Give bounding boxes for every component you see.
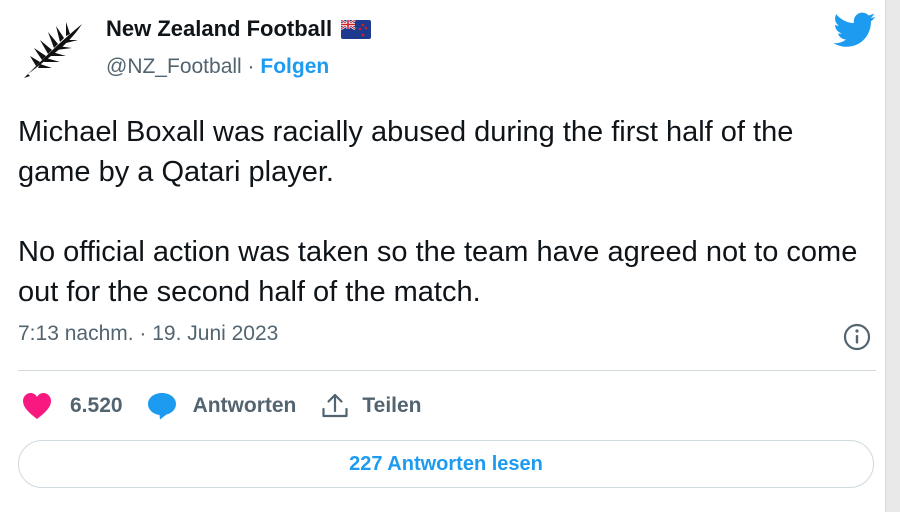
share-button[interactable]: Teilen [320,392,422,420]
tweet-paragraph: No official action was taken so the team… [18,236,858,308]
twitter-bird-icon[interactable] [833,12,876,48]
handle-separator: · [247,55,261,78]
reply-label: Antworten [192,394,297,417]
tweet-text: Michael Boxall was racially abused durin… [18,112,868,312]
new-zealand-flag-icon [340,18,372,39]
page-scrollbar[interactable] [885,0,900,512]
like-count: 6.520 [70,394,123,417]
tweet-timestamp[interactable]: 7:13 nachm. · 19. Juni 2023 [18,322,278,346]
tweet-card: New Zealand Football @NZ_Football · Folg… [0,0,884,512]
divider [18,370,876,371]
silver-fern-avatar-icon[interactable] [22,16,88,82]
read-replies-button[interactable]: 227 Antworten lesen [18,440,874,488]
tweet-paragraph: Michael Boxall was racially abused durin… [18,116,794,188]
info-icon[interactable] [842,322,872,352]
heart-icon [23,393,51,419]
account-name[interactable]: New Zealand Football [106,16,332,42]
follow-button[interactable]: Folgen [260,55,329,78]
speech-bubble-icon [147,393,176,420]
reply-button[interactable]: Antworten [147,392,297,420]
account-handle-row: @NZ_Football · Folgen [106,55,329,79]
account-name-row: New Zealand Football [106,16,372,42]
account-handle[interactable]: @NZ_Football [106,55,242,78]
share-label: Teilen [362,394,422,417]
share-icon [322,393,348,418]
tweet-actions: 6.520 Antworten Teilen [22,390,446,422]
like-button[interactable]: 6.520 [22,392,123,420]
